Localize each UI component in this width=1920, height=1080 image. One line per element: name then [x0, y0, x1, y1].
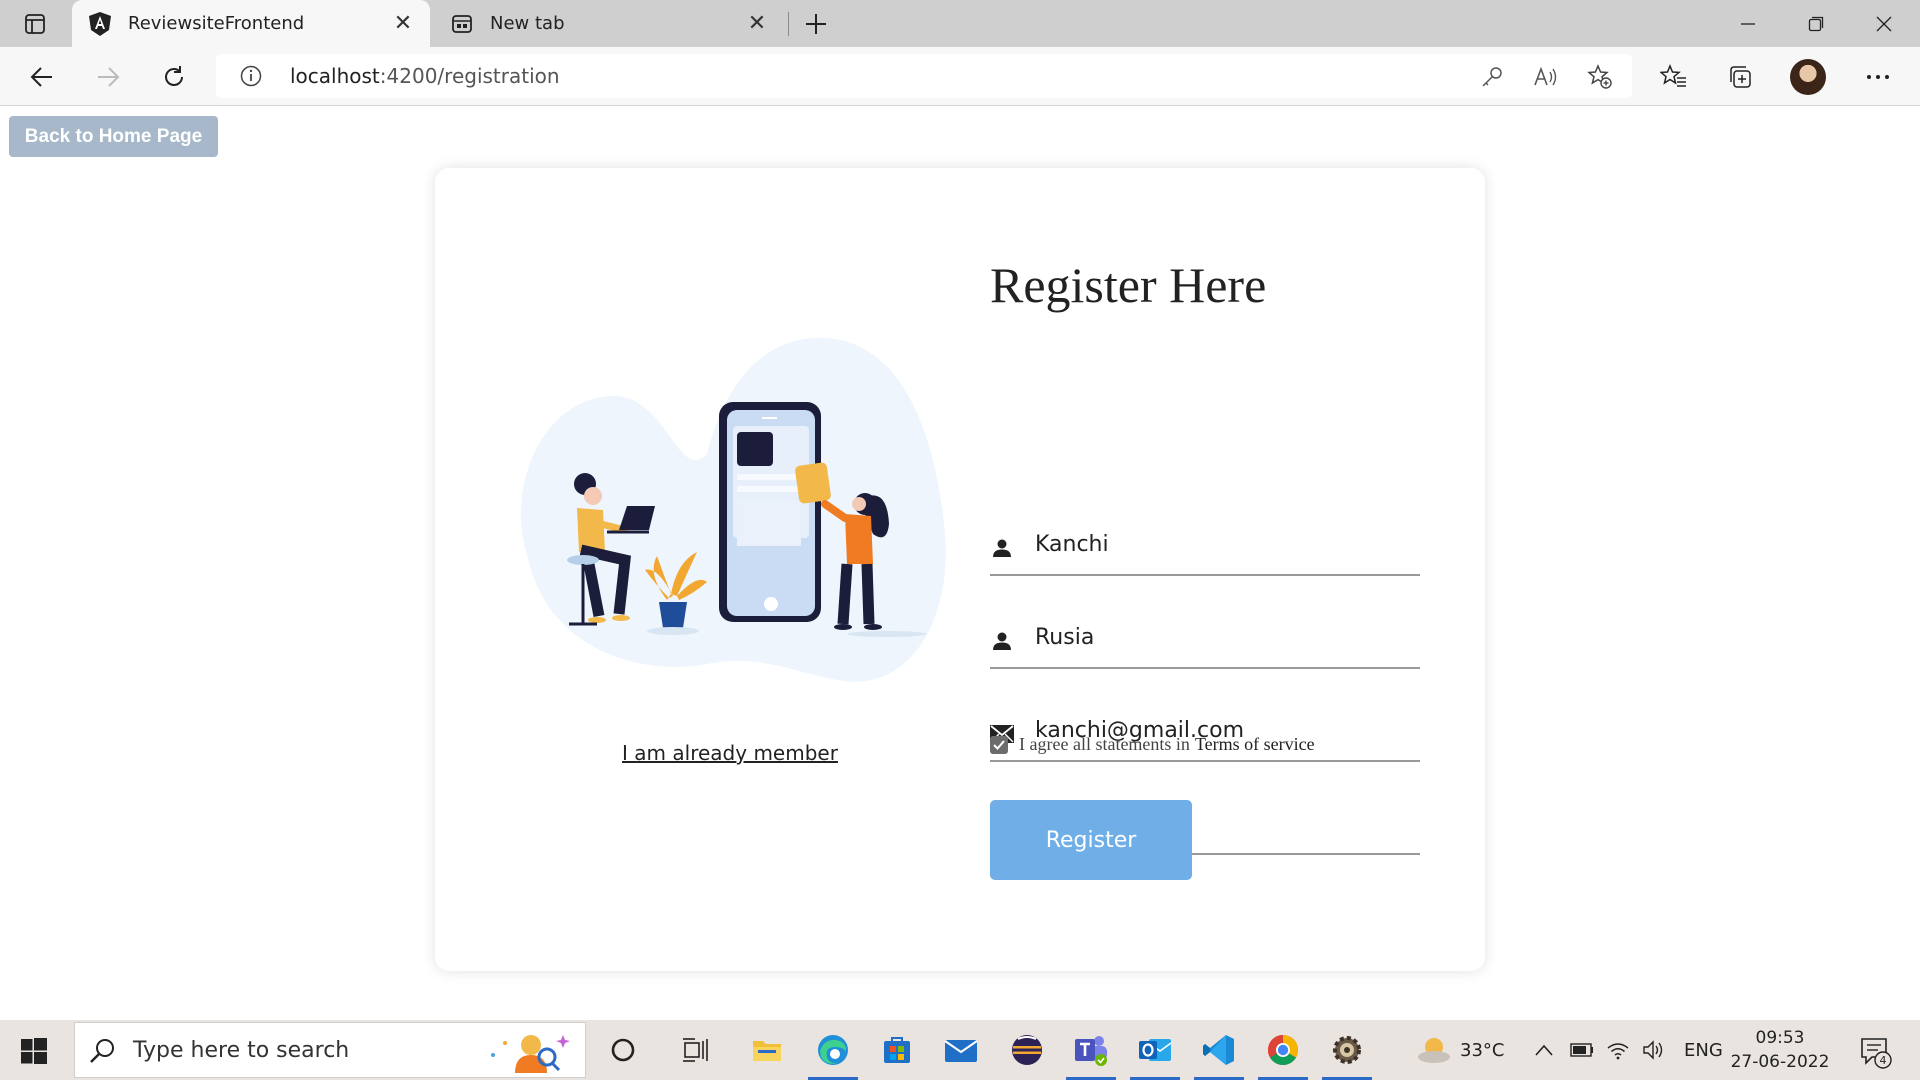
agree-checkbox[interactable] [990, 735, 1008, 754]
refresh-icon[interactable] [154, 57, 194, 97]
address-bar: localhost:4200/registration [0, 47, 1920, 106]
person-icon [990, 629, 1014, 653]
file-explorer-icon[interactable] [736, 1020, 798, 1080]
back-arrow-icon[interactable] [22, 57, 62, 97]
first-name-value: Kanchi [1035, 532, 1109, 557]
clock-time: 09:53 [1755, 1028, 1805, 1048]
volume-icon[interactable] [1642, 1020, 1666, 1080]
tab-new-tab[interactable]: New tab ✕ [434, 0, 784, 47]
already-member-link[interactable]: I am already member [435, 741, 1025, 765]
close-window-icon[interactable] [1850, 0, 1918, 47]
tab-actions-icon[interactable] [14, 10, 56, 38]
restore-icon[interactable] [1782, 0, 1850, 47]
terms-agreement: I agree all statements in Terms of servi… [990, 734, 1315, 755]
task-view-icon[interactable] [664, 1020, 726, 1080]
agree-label: I agree all statements in [1019, 734, 1190, 754]
angular-icon [88, 11, 112, 36]
vscode-icon[interactable] [1188, 1020, 1250, 1080]
tab-title: ReviewsiteFrontend [128, 13, 305, 34]
last-name-value: Rusia [1035, 625, 1095, 650]
tab-title: New tab [490, 13, 565, 34]
first-name-field[interactable]: Kanchi [990, 518, 1420, 576]
clock-date: 27-06-2022 [1730, 1052, 1830, 1072]
outlook-icon[interactable] [1124, 1020, 1186, 1080]
forward-arrow-icon[interactable] [88, 57, 128, 97]
search-highlight-icon [491, 1035, 570, 1073]
notification-count: 4 [1880, 1054, 1887, 1067]
weather-sun-cloud-icon [1418, 1038, 1450, 1063]
show-hidden-icons-icon[interactable] [1534, 1020, 1554, 1080]
system-clock[interactable]: 09:53 27-06-2022 [1725, 1026, 1835, 1074]
url-field[interactable]: localhost:4200/registration [216, 54, 1632, 98]
tab-divider [788, 12, 789, 36]
back-to-home-button[interactable]: Back to Home Page [9, 116, 218, 157]
more-options-icon[interactable] [1858, 57, 1898, 97]
teams-icon[interactable] [1060, 1020, 1122, 1080]
settings-gear-app-icon[interactable] [1316, 1020, 1378, 1080]
chrome-icon[interactable] [1252, 1020, 1314, 1080]
registration-card: I am already member Register Here Kanchi… [435, 168, 1485, 971]
register-button[interactable]: Register [990, 800, 1192, 880]
search-icon [90, 1039, 114, 1063]
new-tab-page-icon [450, 12, 474, 36]
terms-of-service-link[interactable]: Terms of service [1195, 734, 1315, 755]
edge-icon[interactable] [802, 1020, 864, 1080]
wifi-icon[interactable] [1606, 1020, 1630, 1080]
weather-widget[interactable]: 33°C [1416, 1020, 1504, 1080]
windows-start-icon[interactable] [14, 1036, 54, 1066]
tab-bar: ReviewsiteFrontend ✕ New tab ✕ [0, 0, 1920, 47]
cortana-icon[interactable] [592, 1020, 654, 1080]
add-favorite-icon[interactable] [1586, 63, 1614, 91]
temperature-text: 33°C [1460, 1039, 1505, 1061]
new-tab-icon[interactable] [800, 8, 832, 40]
site-info-icon[interactable] [240, 65, 262, 87]
signup-illustration [520, 337, 946, 682]
mail-icon[interactable] [930, 1020, 992, 1080]
language-indicator[interactable]: ENG [1684, 1020, 1723, 1080]
key-icon[interactable] [1478, 63, 1506, 91]
favorites-icon[interactable] [1654, 57, 1694, 97]
close-tab-icon[interactable]: ✕ [388, 9, 418, 39]
read-aloud-icon[interactable] [1532, 63, 1560, 91]
windows-taskbar: Type here to search 33°C ENG 09:53 27-06… [0, 1020, 1920, 1080]
profile-avatar[interactable] [1790, 59, 1826, 95]
form-title: Register Here [990, 257, 1267, 313]
collections-icon[interactable] [1720, 57, 1760, 97]
minimize-icon[interactable] [1714, 0, 1782, 47]
eclipse-icon[interactable] [996, 1020, 1058, 1080]
taskbar-search-box[interactable]: Type here to search [74, 1022, 586, 1078]
close-tab-icon[interactable]: ✕ [742, 9, 772, 39]
battery-icon[interactable] [1570, 1020, 1594, 1080]
notifications-icon[interactable]: 4 [1858, 1034, 1894, 1070]
url-text: localhost:4200/registration [290, 64, 560, 88]
search-placeholder: Type here to search [133, 1038, 350, 1063]
person-icon [990, 536, 1014, 560]
microsoft-store-icon[interactable] [866, 1020, 928, 1080]
tab-reviewsite[interactable]: ReviewsiteFrontend ✕ [72, 0, 430, 47]
last-name-field[interactable]: Rusia [990, 611, 1420, 669]
